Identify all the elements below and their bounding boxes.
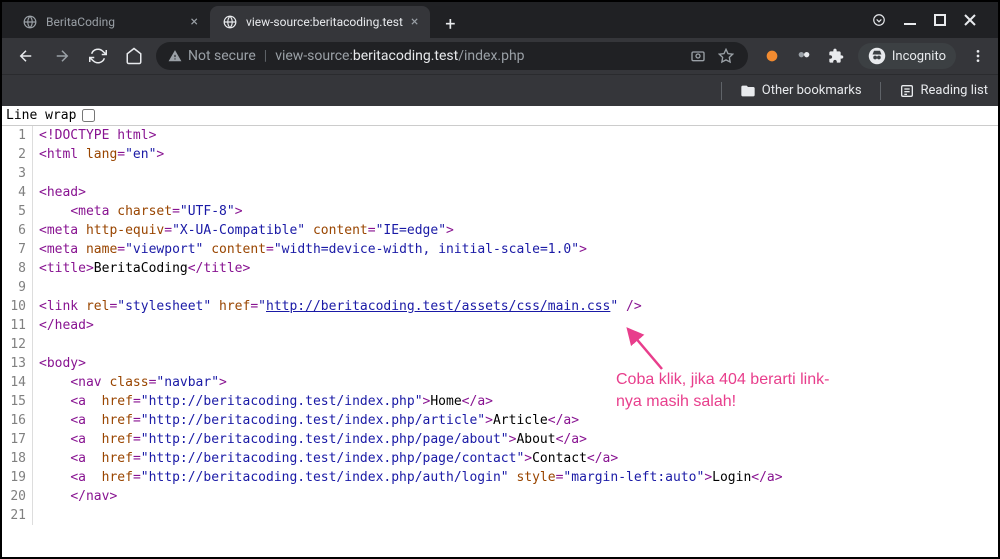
incognito-label: Incognito — [892, 49, 946, 64]
tab-title: BeritaCoding — [46, 15, 183, 29]
tab-viewsource[interactable]: view-source:beritacoding.test × — [210, 6, 430, 38]
tab-beritacoding[interactable]: BeritaCoding × — [10, 6, 210, 38]
source-view: 1 2 3 4 5 6 7 8 9 10 11 12 13 14 15 16 1… — [2, 126, 998, 525]
globe-icon — [22, 14, 38, 30]
other-bookmarks-label: Other bookmarks — [762, 83, 862, 98]
home-button[interactable] — [120, 42, 148, 70]
star-icon[interactable] — [716, 46, 736, 66]
close-window-icon[interactable] — [964, 14, 976, 26]
url-input[interactable]: Not secure | view-source:beritacoding.te… — [156, 42, 748, 70]
tab-bar: BeritaCoding × view-source:beritacoding.… — [2, 2, 998, 38]
other-bookmarks-button[interactable]: Other bookmarks — [740, 83, 862, 99]
line-wrap-label: Line wrap — [6, 108, 76, 123]
not-secure-indicator[interactable]: Not secure — [168, 48, 256, 64]
forward-button[interactable] — [48, 42, 76, 70]
close-icon[interactable]: × — [411, 14, 418, 30]
new-tab-button[interactable]: + — [436, 10, 464, 38]
globe-icon — [222, 14, 238, 30]
extension-1-icon[interactable] — [762, 46, 782, 66]
url-text: view-source:beritacoding.test/index.php — [275, 48, 680, 64]
extensions-icon[interactable] — [826, 46, 846, 66]
reading-list-label: Reading list — [921, 83, 988, 98]
source-code[interactable]: <!DOCTYPE html> <html lang="en"> <head> … — [33, 126, 998, 525]
chevron-down-icon[interactable] — [872, 13, 886, 27]
line-number-gutter: 1 2 3 4 5 6 7 8 9 10 11 12 13 14 15 16 1… — [2, 126, 33, 525]
close-icon[interactable]: × — [191, 14, 198, 30]
not-secure-label: Not secure — [188, 48, 256, 64]
tab-title: view-source:beritacoding.test — [246, 15, 403, 29]
page-content[interactable]: Line wrap 1 2 3 4 5 6 7 8 9 10 11 12 13 … — [2, 106, 998, 557]
line-wrap-row: Line wrap — [2, 106, 998, 126]
incognito-indicator[interactable]: Incognito — [858, 43, 956, 69]
reading-list-button[interactable]: Reading list — [899, 83, 988, 99]
window-controls — [872, 2, 990, 38]
maximize-icon[interactable] — [934, 14, 946, 26]
css-link[interactable]: http://beritacoding.test/assets/css/main… — [266, 299, 610, 314]
menu-icon[interactable] — [968, 46, 988, 66]
back-button[interactable] — [12, 42, 40, 70]
minimize-icon[interactable] — [904, 14, 916, 26]
search-camera-icon[interactable] — [688, 46, 708, 66]
bookmarks-bar: Other bookmarks Reading list — [2, 74, 998, 106]
address-bar: Not secure | view-source:beritacoding.te… — [2, 38, 998, 74]
reload-button[interactable] — [84, 42, 112, 70]
line-wrap-checkbox[interactable] — [82, 109, 95, 122]
extension-2-icon[interactable] — [794, 46, 814, 66]
